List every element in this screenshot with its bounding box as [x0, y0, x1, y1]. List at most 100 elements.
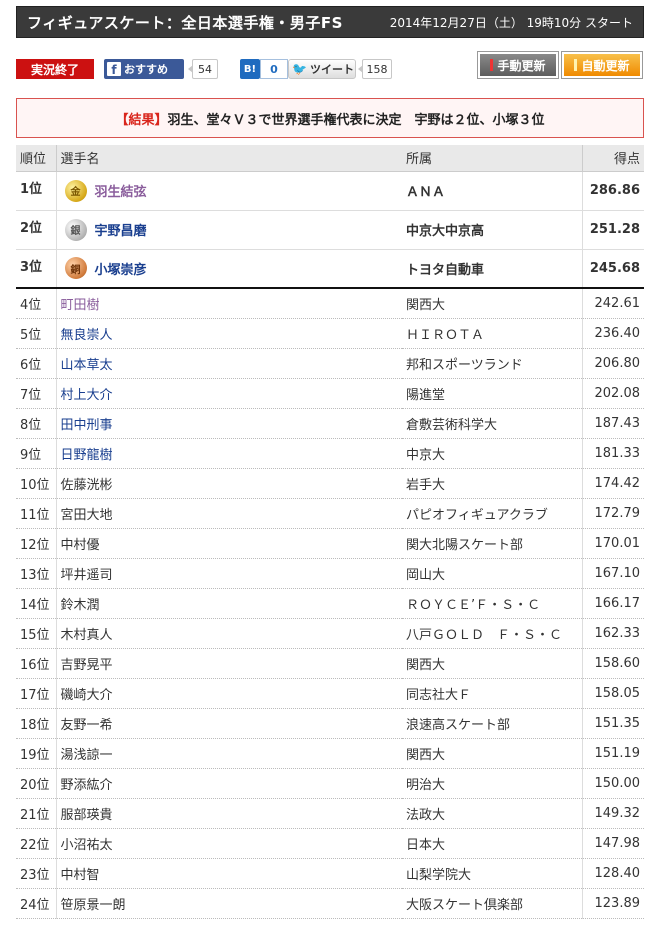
team-cell: ＡＮＡ — [402, 171, 583, 211]
hatena-bookmark-button[interactable]: B! — [240, 59, 260, 79]
name-cell: 野添紘介 — [56, 768, 402, 799]
result-text: 羽生、堂々Ｖ３で世界選手権代表に決定 宇野は２位、小塚３位 — [167, 112, 545, 128]
name-cell: 友野一希 — [56, 708, 402, 739]
auto-update-label: 自動更新 — [581, 58, 630, 73]
tweet-button[interactable]: 🐦 ツイート — [288, 59, 356, 79]
team-cell: 関西大 — [402, 648, 583, 679]
table-header-row: 順位 選手名 所属 得点 — [16, 145, 644, 172]
score-cell: 123.89 — [582, 888, 644, 919]
score-cell: 128.40 — [582, 858, 644, 889]
rank-cell: 10位 — [16, 468, 57, 499]
rank-cell: 11位 — [16, 498, 57, 529]
rank-cell: 4位 — [16, 288, 57, 319]
score-cell: 172.79 — [582, 498, 644, 529]
score-cell: 174.42 — [582, 468, 644, 499]
rank-cell: 7位 — [16, 378, 57, 409]
athlete-link[interactable]: 宇野昌磨 — [95, 220, 147, 239]
table-row: 8位 田中刑事 倉敷芸術科学大 187.43 — [16, 408, 644, 439]
athlete-link[interactable]: 村上大介 — [61, 388, 113, 403]
name-cell: 木村真人 — [56, 618, 402, 649]
athlete-name: 宮田大地 — [60, 507, 113, 523]
header-name: 選手名 — [56, 145, 402, 172]
rank-cell: 9位 — [16, 438, 57, 469]
athlete-name: 湯浅諒一 — [60, 747, 113, 763]
score-cell: 162.33 — [582, 618, 644, 649]
table-row: 3位銅小塚崇彦 トヨタ自動車 245.68 — [16, 249, 644, 289]
name-cell: 中村智 — [56, 858, 402, 889]
athlete-name: 佐藤洸彬 — [60, 477, 113, 493]
toolbar: 実況終了 f おすすめ 54 B! 0 🐦 ツイート 158 手動更新 自動更新 — [16, 51, 644, 80]
athlete-link[interactable]: 無良崇人 — [61, 328, 113, 343]
athlete-link[interactable]: 日野龍樹 — [61, 448, 113, 463]
name-cell: 湯浅諒一 — [56, 738, 402, 769]
silver-medal-icon: 銀 — [64, 218, 87, 241]
table-row: 19位 湯浅諒一 関西大 151.19 — [16, 738, 644, 769]
name-cell: 小沼祐太 — [56, 828, 402, 859]
hatena-count: 0 — [260, 59, 288, 79]
rank-cell: 20位 — [16, 768, 57, 799]
score-cell: 158.05 — [582, 678, 644, 709]
manual-update-button[interactable]: 手動更新 — [477, 51, 559, 79]
table-row: 5位 無良崇人 ＨＩＲＯＴＡ 236.40 — [16, 318, 644, 349]
rank-cell: 2位 — [16, 210, 57, 250]
score-cell: 167.10 — [582, 558, 644, 589]
athlete-name: 笹原景一朗 — [60, 897, 126, 913]
table-row: 13位 坪井遥司 岡山大 167.10 — [16, 558, 644, 589]
team-cell: パピオフィギュアクラブ — [402, 498, 583, 529]
name-cell: 村上大介 — [56, 378, 402, 409]
rank-cell: 23位 — [16, 858, 57, 889]
table-row: 22位 小沼祐太 日本大 147.98 — [16, 828, 644, 859]
team-cell: ＲＯＹＣＥ’Ｆ・Ｓ・Ｃ — [402, 588, 583, 619]
table-row: 10位 佐藤洸彬 岩手大 174.42 — [16, 468, 644, 499]
facebook-recommend-button[interactable]: f おすすめ — [104, 59, 184, 79]
status-badge: 実況終了 — [16, 59, 94, 79]
rank-cell: 12位 — [16, 528, 57, 559]
score-cell: 158.60 — [582, 648, 644, 679]
auto-update-button[interactable]: 自動更新 — [561, 51, 643, 79]
team-cell: 陽進堂 — [402, 378, 583, 409]
team-cell: 明治大 — [402, 768, 583, 799]
athlete-link[interactable]: 田中刑事 — [61, 418, 113, 433]
athlete-link[interactable]: 小塚崇彦 — [95, 259, 147, 278]
team-cell: 中京大 — [402, 438, 583, 469]
table-row: 11位 宮田大地 パピオフィギュアクラブ 172.79 — [16, 498, 644, 529]
athlete-name: 野添紘介 — [60, 777, 113, 793]
name-cell: 山本草太 — [56, 348, 402, 379]
table-row: 2位銀宇野昌磨 中京大中京高 251.28 — [16, 210, 644, 250]
name-cell: 佐藤洸彬 — [56, 468, 402, 499]
rank-cell: 3位 — [16, 249, 57, 289]
table-row: 20位 野添紘介 明治大 150.00 — [16, 768, 644, 799]
athlete-link[interactable]: 羽生結弦 — [95, 181, 147, 200]
name-cell: 宮田大地 — [56, 498, 402, 529]
athlete-name: 小沼祐太 — [60, 837, 113, 853]
start-datetime: 2014年12月27日（土） 19時10分 スタート — [389, 15, 633, 30]
team-cell: 倉敷芸術科学大 — [402, 408, 583, 439]
name-cell: 町田樹 — [56, 288, 402, 319]
bronze-medal-icon: 銅 — [64, 257, 87, 280]
gold-medal-icon: 金 — [64, 179, 87, 202]
rank-cell: 22位 — [16, 828, 57, 859]
twitter-bird-icon: 🐦 — [292, 62, 307, 76]
table-row: 7位 村上大介 陽進堂 202.08 — [16, 378, 644, 409]
table-row: 14位 鈴木潤 ＲＯＹＣＥ’Ｆ・Ｓ・Ｃ 166.17 — [16, 588, 644, 619]
score-cell: 147.98 — [582, 828, 644, 859]
result-summary: 【結果】 羽生、堂々Ｖ３で世界選手権代表に決定 宇野は２位、小塚３位 — [16, 98, 644, 138]
team-cell: 関大北陽スケート部 — [402, 528, 583, 559]
athlete-name: 木村真人 — [60, 627, 113, 643]
auto-update-marker-icon — [574, 59, 578, 71]
athlete-link[interactable]: 山本草太 — [61, 358, 113, 373]
score-cell: 251.28 — [582, 210, 644, 250]
team-cell: 八戸ＧＯＬＤ Ｆ・Ｓ・Ｃ — [402, 618, 583, 649]
tweet-label: ツイート — [309, 63, 354, 76]
rank-cell: 6位 — [16, 348, 57, 379]
athlete-name: 中村智 — [60, 867, 100, 883]
name-cell: 中村優 — [56, 528, 402, 559]
team-cell: 山梨学院大 — [402, 858, 583, 889]
header-bar: フィギュアスケート：全日本選手権・男子FS 2014年12月27日（土） 19時… — [16, 6, 644, 38]
athlete-name: 中村優 — [60, 537, 100, 553]
table-row: 1位金羽生結弦 ＡＮＡ 286.86 — [16, 171, 644, 211]
table-row: 21位 服部瑛貴 法政大 149.32 — [16, 798, 644, 829]
athlete-link[interactable]: 町田樹 — [61, 298, 100, 313]
rank-cell: 17位 — [16, 678, 57, 709]
athlete-name: 吉野晃平 — [60, 657, 113, 673]
